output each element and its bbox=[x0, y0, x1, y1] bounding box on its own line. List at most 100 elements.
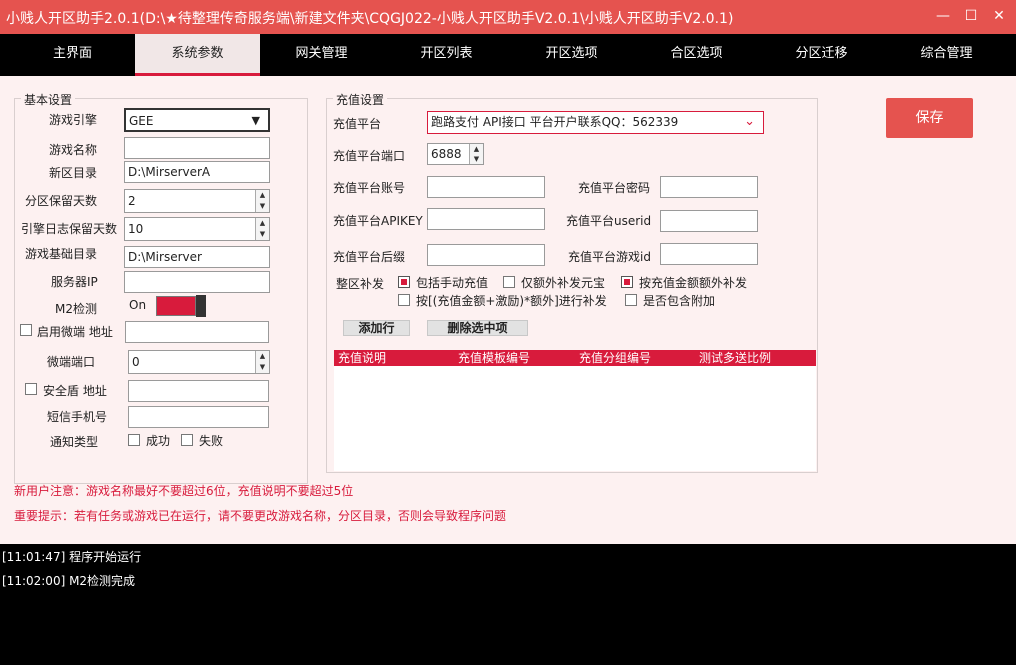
include-attach-label: 是否包含附加 bbox=[643, 294, 716, 308]
delete-selected-button[interactable]: 删除选中项 bbox=[427, 320, 528, 336]
engine-select[interactable]: GEE ▼ bbox=[124, 108, 270, 132]
platform-select[interactable]: 跑路支付 API接口 平台开户联系QQ：562339 ⌄ bbox=[427, 111, 764, 134]
apikey-input[interactable] bbox=[427, 208, 545, 230]
basic-settings-title: 基本设置 bbox=[21, 91, 76, 108]
log-console[interactable]: [11:01:47] 程序开始运行 [11:02:00] M2检测完成 bbox=[0, 544, 1016, 665]
notify-fail-checkbox[interactable] bbox=[181, 434, 193, 446]
spin-up-icon[interactable]: ▲ bbox=[256, 351, 269, 362]
log-days-spin[interactable]: ▲ ▼ bbox=[255, 218, 269, 240]
spin-down-icon[interactable]: ▼ bbox=[470, 154, 483, 164]
keep-days-spin[interactable]: ▲ ▼ bbox=[255, 190, 269, 212]
phone-input[interactable] bbox=[128, 406, 269, 428]
game-name-label: 游戏名称 bbox=[49, 143, 98, 157]
keep-days-stepper[interactable]: 2 ▲ ▼ bbox=[124, 189, 270, 213]
wei-port-label: 微端端口 bbox=[47, 355, 96, 369]
spin-down-icon[interactable]: ▼ bbox=[256, 229, 269, 240]
notify-type-label: 通知类型 bbox=[50, 435, 99, 449]
userid-label: 充值平台userid bbox=[566, 214, 652, 228]
minimize-icon[interactable]: — bbox=[935, 8, 951, 24]
tab-open-options[interactable]: 开区选项 bbox=[509, 34, 634, 76]
engine-value: GEE bbox=[129, 114, 154, 128]
weiduan-label: 启用微端 地址 bbox=[37, 325, 113, 339]
by-amount-label: 按充值金额额外补发 bbox=[639, 276, 748, 290]
platform-value: 跑路支付 API接口 平台开户联系QQ：562339 bbox=[431, 115, 679, 129]
keep-days-value: 2 bbox=[128, 194, 136, 208]
base-dir-input[interactable]: D:\Mirserver bbox=[124, 246, 270, 268]
m2-check-label: M2检测 bbox=[55, 302, 97, 316]
platform-port-stepper[interactable]: 6888 ▲ ▼ bbox=[427, 143, 484, 165]
recharge-table-header: 充值说明 充值模板编号 充值分组编号 测试多送比例 bbox=[334, 350, 816, 366]
main-nav: 主界面 系统参数 网关管理 开区列表 开区选项 合区选项 分区迁移 综合管理 bbox=[0, 34, 1016, 76]
formula-checkbox[interactable] bbox=[398, 294, 410, 306]
dropdown-arrow-icon: ▼ bbox=[251, 114, 260, 127]
anquan-address-input[interactable] bbox=[128, 380, 269, 402]
include-manual-label: 包括手动充值 bbox=[416, 276, 489, 290]
log-line: [11:01:47] 程序开始运行 bbox=[2, 550, 142, 564]
tab-merge-options[interactable]: 合区选项 bbox=[634, 34, 759, 76]
log-days-stepper[interactable]: 10 ▲ ▼ bbox=[124, 217, 270, 241]
add-row-button[interactable]: 添加行 bbox=[343, 320, 410, 336]
platform-port-spin[interactable]: ▲ ▼ bbox=[469, 144, 483, 164]
m2-toggle-thumb[interactable] bbox=[196, 295, 206, 317]
weiduan-address-input[interactable] bbox=[125, 321, 269, 343]
window-title: 小贱人开区助手2.0.1(D:\★待整理传奇服务端\新建文件夹\CQGJ022-… bbox=[6, 11, 734, 27]
col-template-no[interactable]: 充值模板编号 bbox=[458, 350, 530, 366]
suffix-label: 充值平台后缀 bbox=[333, 250, 406, 264]
wei-port-stepper[interactable]: 0 ▲ ▼ bbox=[128, 350, 270, 374]
save-button[interactable]: 保存 bbox=[886, 98, 973, 138]
game-id-input[interactable] bbox=[660, 243, 758, 265]
password-input[interactable] bbox=[660, 176, 758, 198]
wei-port-spin[interactable]: ▲ ▼ bbox=[255, 351, 269, 373]
include-manual-checkbox[interactable] bbox=[398, 276, 410, 288]
keep-days-label: 分区保留天数 bbox=[25, 194, 98, 208]
tab-server-list[interactable]: 开区列表 bbox=[384, 34, 509, 76]
notify-success-checkbox[interactable] bbox=[128, 434, 140, 446]
spin-up-icon[interactable]: ▲ bbox=[256, 190, 269, 201]
log-days-value: 10 bbox=[128, 222, 144, 236]
settings-panel: 基本设置 游戏引擎 GEE ▼ 游戏名称 新区目录 D:\MirserverA … bbox=[0, 76, 1016, 544]
game-name-input[interactable] bbox=[124, 137, 270, 159]
anquan-checkbox[interactable] bbox=[25, 383, 37, 395]
spin-up-icon[interactable]: ▲ bbox=[470, 144, 483, 154]
password-label: 充值平台密码 bbox=[578, 181, 651, 195]
tab-gateway[interactable]: 网关管理 bbox=[259, 34, 384, 76]
log-line: [11:02:00] M2检测完成 bbox=[2, 574, 136, 588]
weiduan-checkbox[interactable] bbox=[20, 324, 32, 336]
recharge-table[interactable]: 充值说明 充值模板编号 充值分组编号 测试多送比例 bbox=[334, 350, 816, 471]
new-dir-label: 新区目录 bbox=[49, 166, 98, 180]
notice-new-user: 新用户注意：游戏名称最好不要超过6位，充值说明不要超过5位 bbox=[14, 484, 354, 498]
notice-important: 重要提示：若有任务或游戏已在运行，请不要更改游戏名称，分区目录，否则会导致程序问… bbox=[14, 509, 507, 523]
wei-port-value: 0 bbox=[132, 355, 140, 369]
tab-general[interactable]: 综合管理 bbox=[884, 34, 1009, 76]
by-amount-checkbox[interactable] bbox=[621, 276, 633, 288]
platform-port-value: 6888 bbox=[431, 147, 462, 161]
tab-main[interactable]: 主界面 bbox=[10, 34, 135, 76]
spin-down-icon[interactable]: ▼ bbox=[256, 201, 269, 212]
maximize-icon[interactable]: ☐ bbox=[963, 8, 979, 24]
title-bar: 小贱人开区助手2.0.1(D:\★待整理传奇服务端\新建文件夹\CQGJ022-… bbox=[0, 0, 1016, 34]
notify-fail-label: 失败 bbox=[199, 434, 224, 448]
platform-port-label: 充值平台端口 bbox=[333, 149, 406, 163]
col-bonus-ratio[interactable]: 测试多送比例 bbox=[699, 350, 771, 366]
game-id-label: 充值平台游戏id bbox=[568, 250, 651, 264]
platform-label: 充值平台 bbox=[333, 117, 382, 131]
new-dir-input[interactable]: D:\MirserverA bbox=[124, 161, 270, 183]
tab-migration[interactable]: 分区迁移 bbox=[759, 34, 884, 76]
col-description[interactable]: 充值说明 bbox=[338, 350, 386, 366]
spin-up-icon[interactable]: ▲ bbox=[256, 218, 269, 229]
tab-system-params[interactable]: 系统参数 bbox=[135, 34, 260, 76]
userid-input[interactable] bbox=[660, 210, 758, 232]
base-dir-label: 游戏基础目录 bbox=[25, 247, 98, 261]
m2-check-toggle[interactable]: On bbox=[124, 295, 206, 317]
account-label: 充值平台账号 bbox=[333, 181, 406, 195]
m2-toggle-track bbox=[156, 296, 196, 316]
suffix-input[interactable] bbox=[427, 244, 545, 266]
spin-down-icon[interactable]: ▼ bbox=[256, 362, 269, 373]
extra-yuanbao-checkbox[interactable] bbox=[503, 276, 515, 288]
col-group-no[interactable]: 充值分组编号 bbox=[579, 350, 651, 366]
close-icon[interactable]: ✕ bbox=[991, 8, 1007, 24]
server-ip-input[interactable] bbox=[124, 271, 270, 293]
account-input[interactable] bbox=[427, 176, 545, 198]
include-attach-checkbox[interactable] bbox=[625, 294, 637, 306]
supplement-label: 整区补发 bbox=[336, 277, 385, 291]
